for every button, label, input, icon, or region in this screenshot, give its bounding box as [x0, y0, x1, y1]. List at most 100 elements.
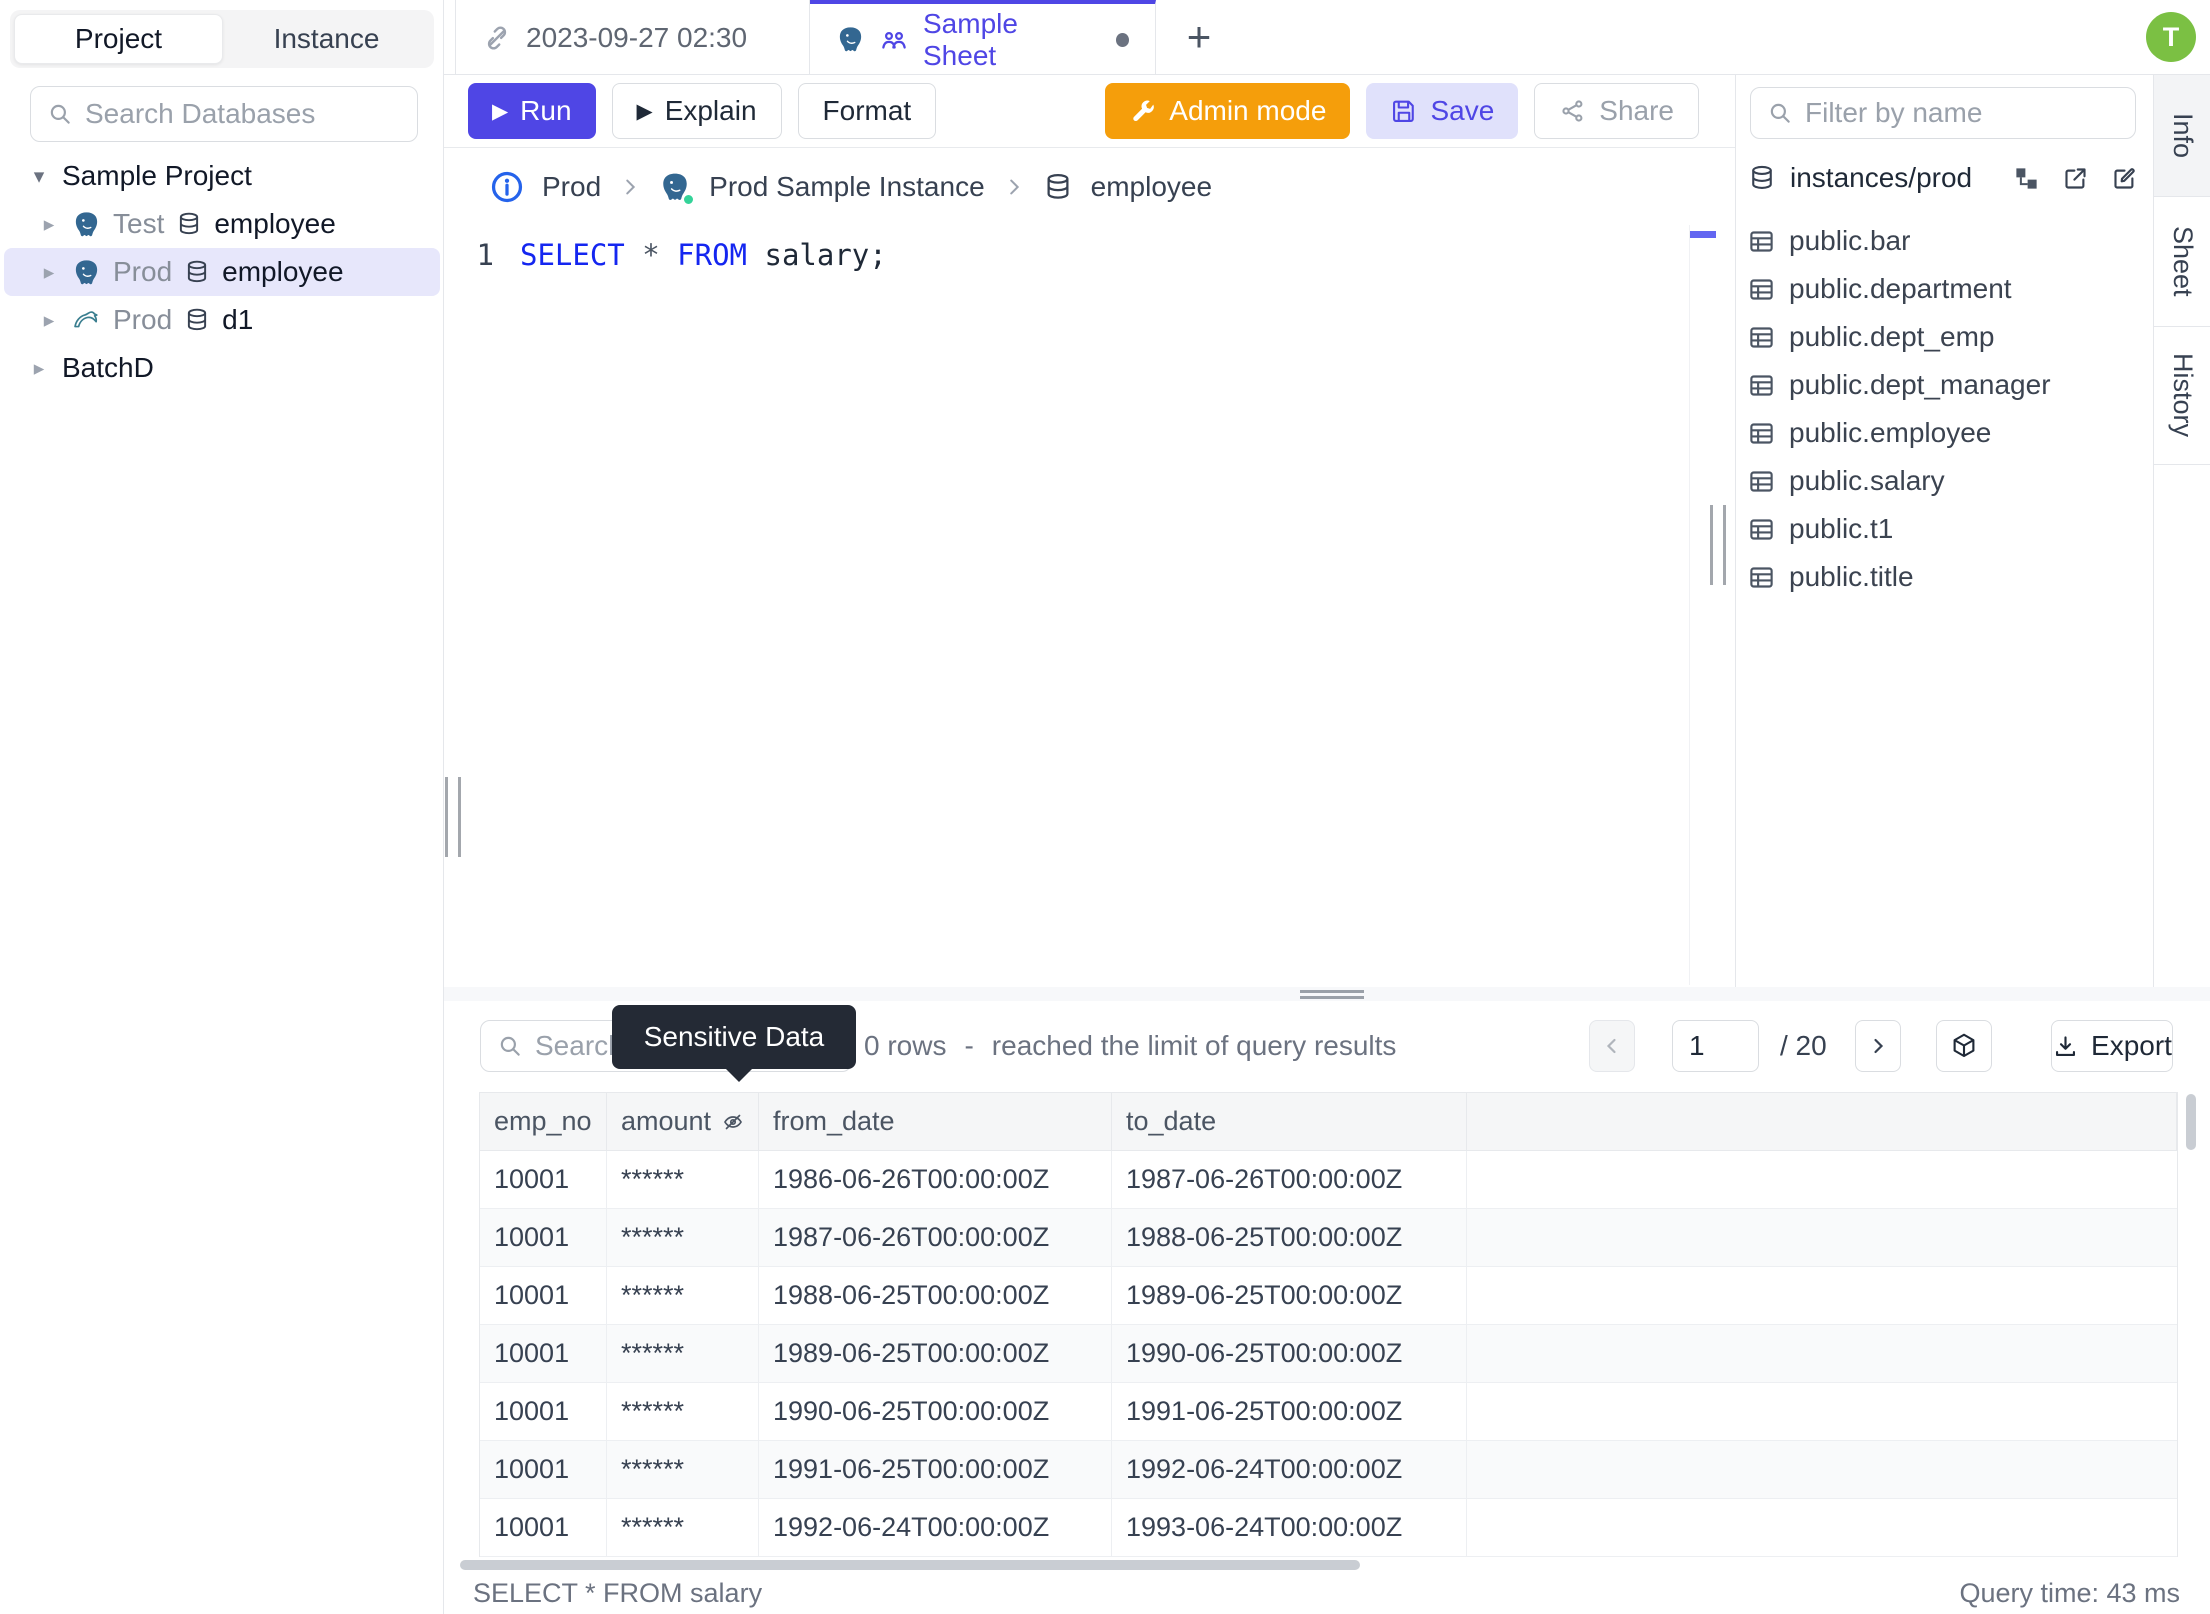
column-header-masked[interactable]: amount — [607, 1093, 759, 1151]
results-resize-handle[interactable] — [1300, 990, 1364, 999]
tab-sheet[interactable]: Sheet — [2154, 197, 2210, 327]
column-header[interactable]: emp_no — [480, 1093, 607, 1151]
tab-info[interactable]: Info — [2154, 75, 2210, 197]
cell[interactable]: 10001 — [480, 1209, 607, 1267]
cell[interactable]: 1993-06-24T00:00:00Z — [1112, 1499, 1467, 1557]
table-item[interactable]: public.dept_manager — [1736, 361, 2154, 409]
table-row[interactable]: 10001 ****** 1988-06-25T00:00:00Z 1989-0… — [480, 1267, 2177, 1325]
filter-by-name-input[interactable] — [1805, 97, 2119, 129]
cell[interactable]: 10001 — [480, 1383, 607, 1441]
format-button[interactable]: Format — [797, 83, 937, 139]
cell[interactable]: 1988-06-25T00:00:00Z — [1112, 1209, 1467, 1267]
cell-masked[interactable]: ****** — [607, 1325, 759, 1383]
cell[interactable]: 10001 — [480, 1325, 607, 1383]
environment-label: Test — [113, 208, 165, 239]
breadcrumb-database[interactable]: employee — [1091, 171, 1212, 203]
cell[interactable]: 1987-06-26T00:00:00Z — [759, 1209, 1112, 1267]
cell-masked[interactable]: ****** — [607, 1441, 759, 1499]
horizontal-scrollbar[interactable] — [460, 1560, 1360, 1570]
cell[interactable]: 1987-06-26T00:00:00Z — [1112, 1151, 1467, 1209]
avatar[interactable]: T — [2146, 12, 2196, 62]
cell[interactable]: 1986-06-26T00:00:00Z — [759, 1151, 1112, 1209]
breadcrumb-instance[interactable]: Prod Sample Instance — [709, 171, 985, 203]
search-databases-input[interactable] — [85, 98, 401, 130]
table-row[interactable]: 10001 ****** 1986-06-26T00:00:00Z 1987-0… — [480, 1151, 2177, 1209]
cell-masked[interactable]: ****** — [607, 1499, 759, 1557]
cell-masked[interactable]: ****** — [607, 1151, 759, 1209]
new-sheet-button[interactable]: + — [1175, 13, 1223, 61]
sidebar-resize-handle[interactable] — [445, 777, 461, 857]
chevron-right-icon[interactable]: ▸ — [38, 260, 60, 285]
cell[interactable]: 1990-06-25T00:00:00Z — [759, 1383, 1112, 1441]
sheet-tab-sample-sheet[interactable]: Sample Sheet — [810, 0, 1156, 75]
chevron-down-icon[interactable]: ▾ — [28, 164, 50, 189]
cell[interactable]: 1990-06-25T00:00:00Z — [1112, 1325, 1467, 1383]
table-item[interactable]: public.title — [1736, 553, 2154, 601]
save-button[interactable]: Save — [1366, 83, 1519, 139]
sql-editor[interactable]: 1 SELECT * FROM salary; — [444, 225, 1689, 987]
tab-history[interactable]: History — [2154, 327, 2210, 465]
table-row[interactable]: 10001 ****** 1992-06-24T00:00:00Z 1993-0… — [480, 1499, 2177, 1557]
chevron-right-icon[interactable]: ▸ — [38, 308, 60, 333]
tab-instance[interactable]: Instance — [223, 14, 430, 64]
table-row[interactable]: 10001 ****** 1991-06-25T00:00:00Z 1992-0… — [480, 1441, 2177, 1499]
table-item[interactable]: public.dept_emp — [1736, 313, 2154, 361]
table-item[interactable]: public.department — [1736, 265, 2154, 313]
cell[interactable]: 1988-06-25T00:00:00Z — [759, 1267, 1112, 1325]
export-button[interactable]: Export — [2051, 1020, 2173, 1072]
cell[interactable]: 1991-06-25T00:00:00Z — [1112, 1383, 1467, 1441]
eye-off-icon[interactable] — [721, 1110, 745, 1134]
table-filter[interactable] — [1750, 87, 2136, 139]
tree-project-batchd[interactable]: ▸ BatchD — [4, 344, 440, 392]
table-row[interactable]: 10001 ****** 1987-06-26T00:00:00Z 1988-0… — [480, 1209, 2177, 1267]
schema-diagram-icon[interactable] — [2013, 165, 2040, 192]
table-item[interactable]: public.salary — [1736, 457, 2154, 505]
table-item[interactable]: public.employee — [1736, 409, 2154, 457]
vertical-scrollbar[interactable] — [2186, 1094, 2196, 1150]
table-item[interactable]: public.bar — [1736, 217, 2154, 265]
page-number-input[interactable] — [1672, 1020, 1759, 1072]
sheet-tab-timestamp[interactable]: 2023-09-27 02:30 — [455, 0, 810, 75]
cell[interactable]: 10001 — [480, 1441, 607, 1499]
tab-project[interactable]: Project — [14, 14, 223, 64]
tree-project-sample[interactable]: ▾ Sample Project — [4, 152, 440, 200]
edit-icon[interactable] — [2111, 165, 2138, 192]
box-icon-button[interactable] — [1936, 1020, 1992, 1072]
column-header[interactable]: to_date — [1112, 1093, 1467, 1151]
admin-mode-button[interactable]: Admin mode — [1105, 83, 1351, 139]
chevron-right-icon[interactable]: ▸ — [28, 356, 50, 381]
share-button[interactable]: Share — [1534, 83, 1699, 139]
explain-button[interactable]: ▶ Explain — [611, 83, 782, 139]
connection-row: instances/prod — [1736, 155, 2154, 201]
cell-masked[interactable]: ****** — [607, 1383, 759, 1441]
prev-page-button[interactable] — [1589, 1020, 1635, 1072]
cell[interactable]: 1991-06-25T00:00:00Z — [759, 1441, 1112, 1499]
table-row[interactable]: 10001 ****** 1990-06-25T00:00:00Z 1991-0… — [480, 1383, 2177, 1441]
tree-db-prod-d1[interactable]: ▸ Prod d1 — [4, 296, 440, 344]
cell[interactable]: 10001 — [480, 1151, 607, 1209]
schema-panel-resize-handle[interactable] — [1710, 505, 1726, 585]
database-search[interactable] — [30, 86, 418, 142]
cell-filler — [1467, 1499, 2177, 1557]
run-button[interactable]: ▶ Run — [468, 83, 596, 139]
cell[interactable]: 1992-06-24T00:00:00Z — [759, 1499, 1112, 1557]
table-row[interactable]: 10001 ****** 1989-06-25T00:00:00Z 1990-0… — [480, 1325, 2177, 1383]
cell[interactable]: 1989-06-25T00:00:00Z — [1112, 1267, 1467, 1325]
next-page-button[interactable] — [1855, 1020, 1901, 1072]
results-splitter[interactable] — [444, 987, 2210, 1001]
cell-masked[interactable]: ****** — [607, 1209, 759, 1267]
tree-db-test-employee[interactable]: ▸ Test employee — [4, 200, 440, 248]
cell[interactable]: 1989-06-25T00:00:00Z — [759, 1325, 1112, 1383]
cell[interactable]: 10001 — [480, 1499, 607, 1557]
table-item[interactable]: public.t1 — [1736, 505, 2154, 553]
cell[interactable]: 1992-06-24T00:00:00Z — [1112, 1441, 1467, 1499]
chevron-right-icon[interactable]: ▸ — [38, 212, 60, 237]
external-link-icon[interactable] — [2062, 165, 2089, 192]
breadcrumb-environment[interactable]: Prod — [542, 171, 601, 203]
info-icon[interactable] — [490, 170, 524, 204]
editor-scrollbar-track[interactable] — [1689, 225, 1690, 985]
cell[interactable]: 10001 — [480, 1267, 607, 1325]
cell-masked[interactable]: ****** — [607, 1267, 759, 1325]
column-header[interactable]: from_date — [759, 1093, 1112, 1151]
tree-db-prod-employee[interactable]: ▸ Prod employee — [4, 248, 440, 296]
